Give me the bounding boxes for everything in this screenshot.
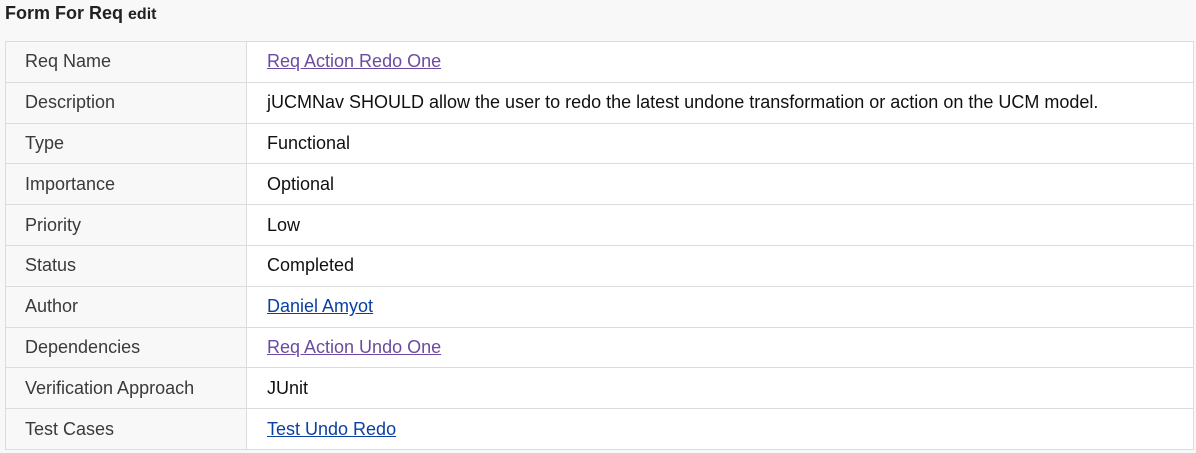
row-label-priority: Priority xyxy=(5,204,247,246)
row-value-verification-approach: JUnit xyxy=(246,367,1194,410)
table-row: Importance Optional xyxy=(5,163,1194,206)
row-value-importance: Optional xyxy=(246,163,1194,206)
row-value-test-cases: Test Undo Redo xyxy=(246,408,1194,450)
table-row: Description jUCMNav SHOULD allow the use… xyxy=(5,81,1194,124)
requirement-form-table: Req Name Req Action Redo One Description… xyxy=(5,41,1194,450)
req-name-link[interactable]: Req Action Redo One xyxy=(267,51,441,71)
table-row: Type Functional xyxy=(5,122,1194,165)
edit-link[interactable]: edit xyxy=(128,6,156,23)
page-title: Form For Req edit xyxy=(5,1,156,25)
row-value-type: Functional xyxy=(246,122,1194,165)
table-row: Verification Approach JUnit xyxy=(5,367,1194,410)
row-value-status: Completed xyxy=(246,244,1194,287)
table-row: Author Daniel Amyot xyxy=(5,285,1194,328)
row-label-type: Type xyxy=(5,122,247,165)
row-label-verification-approach: Verification Approach xyxy=(5,367,247,410)
row-label-importance: Importance xyxy=(5,163,247,206)
row-value-description: jUCMNav SHOULD allow the user to redo th… xyxy=(246,81,1194,124)
row-label-test-cases: Test Cases xyxy=(5,408,247,450)
row-label-dependencies: Dependencies xyxy=(5,326,247,369)
author-link[interactable]: Daniel Amyot xyxy=(267,296,373,316)
dependency-link[interactable]: Req Action Undo One xyxy=(267,337,441,357)
table-row: Priority Low xyxy=(5,204,1194,246)
form-title: Form For Req xyxy=(5,3,124,23)
row-value-priority: Low xyxy=(246,204,1194,246)
row-label-req-name: Req Name xyxy=(5,41,247,83)
table-row: Dependencies Req Action Undo One xyxy=(5,326,1194,369)
table-row: Status Completed xyxy=(5,244,1194,287)
table-row: Req Name Req Action Redo One xyxy=(5,41,1194,83)
row-value-dependencies: Req Action Undo One xyxy=(246,326,1194,369)
row-label-status: Status xyxy=(5,244,247,287)
table-row: Test Cases Test Undo Redo xyxy=(5,408,1194,450)
test-case-link[interactable]: Test Undo Redo xyxy=(267,419,396,439)
row-value-req-name: Req Action Redo One xyxy=(246,41,1194,83)
row-label-description: Description xyxy=(5,81,247,124)
row-value-author: Daniel Amyot xyxy=(246,285,1194,328)
row-label-author: Author xyxy=(5,285,247,328)
